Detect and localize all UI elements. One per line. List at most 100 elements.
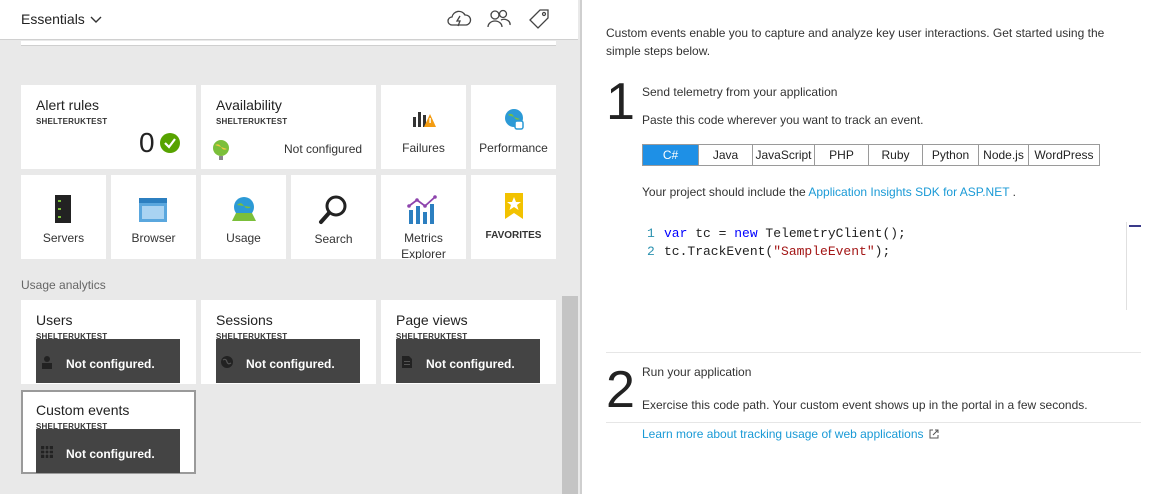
code-scrollbar-thumb[interactable] [1129, 225, 1141, 227]
cloud-lightning-icon[interactable] [446, 8, 472, 30]
tile-label: Failures [402, 141, 445, 155]
scrollbar[interactable] [562, 296, 578, 494]
tile-label-line2: Explorer [401, 249, 446, 259]
step-description: Paste this code wherever you want to tra… [642, 113, 924, 127]
bookmark-star-icon [505, 193, 523, 219]
metrics-icon [407, 195, 437, 224]
failures-tile[interactable]: Failures [381, 85, 466, 169]
step-separator [606, 422, 1141, 423]
alert-count: 0 [139, 127, 155, 158]
tile-title: Availability [216, 97, 282, 113]
tab-java[interactable]: Java [699, 145, 753, 165]
tile-label: Servers [42, 231, 85, 245]
tile-label: Search [314, 232, 353, 246]
browser-tile[interactable]: Browser [111, 175, 196, 259]
tile-title: Users [36, 312, 73, 328]
user-icon [42, 356, 52, 369]
sessions-tile[interactable]: Sessions SHELTERUKTEST Not configured. [201, 300, 376, 384]
learn-more-text[interactable]: Learn more about tracking usage of web a… [642, 427, 924, 441]
performance-tile[interactable]: Performance [471, 85, 556, 169]
not-configured-text: Not configured. [66, 447, 155, 461]
code-block[interactable]: 1 var tc = new TelemetryClient(); 2 tc.Tra… [642, 222, 1141, 310]
tile-label-line1: Metrics [404, 231, 443, 245]
code-text: ); [874, 244, 891, 259]
not-configured-text: Not configured. [426, 357, 515, 371]
page-icon [402, 356, 412, 368]
tile-title: Custom events [36, 402, 130, 418]
learn-more-link[interactable]: Learn more about tracking usage of web a… [642, 427, 939, 441]
usage-analytics-heading: Usage analytics [21, 278, 106, 292]
tab-csharp[interactable]: C# [643, 145, 699, 165]
line-number: 2 [647, 244, 655, 259]
custom-events-blade: Custom events enable you to capture and … [582, 0, 1149, 494]
globe-icon [213, 140, 229, 160]
tile-subtitle: SHELTERUKTEST [36, 117, 108, 126]
sdk-prefix: Your project should include the [642, 185, 809, 199]
users-tile[interactable]: Users SHELTERUKTEST Not configured. [21, 300, 196, 384]
performance-icon [505, 109, 524, 130]
not-configured-overlay: Not configured. [36, 339, 180, 383]
servers-icon [55, 195, 71, 223]
availability-status: Not configured [284, 142, 363, 156]
overview-pane: Essentials Alert rules SHELTERUKTEST 0 A… [0, 0, 580, 494]
not-configured-text: Not configured. [246, 357, 335, 371]
essentials-bar[interactable]: Essentials [0, 0, 578, 40]
step-title: Send telemetry from your application [642, 85, 838, 99]
sdk-link[interactable]: Application Insights SDK for ASP.NET [808, 185, 1009, 199]
code-string: "SampleEvent" [773, 244, 875, 259]
code-text: tc.TrackEvent( [664, 244, 774, 259]
metrics-explorer-tile[interactable]: Metrics Explorer [381, 175, 466, 259]
step-title: Run your application [642, 365, 752, 379]
availability-tile[interactable]: Availability SHELTERUKTEST Not configure… [201, 85, 376, 169]
grid-icon [41, 446, 53, 458]
code-scrollbar[interactable] [1126, 222, 1141, 310]
step-number: 1 [606, 73, 635, 131]
code-keyword: new [734, 226, 758, 241]
essentials-label: Essentials [21, 11, 85, 27]
tile-subtitle: SHELTERUKTEST [216, 117, 288, 126]
usage-icon [232, 197, 256, 221]
check-circle-icon [160, 133, 180, 153]
not-configured-overlay: Not configured. [36, 429, 180, 473]
tile-label: Usage [226, 231, 261, 245]
tile-title: Sessions [216, 312, 273, 328]
tab-javascript[interactable]: JavaScript [753, 145, 815, 165]
chevron-down-icon[interactable] [90, 13, 102, 25]
globe-icon [221, 356, 233, 368]
language-tabs: C# Java JavaScript PHP Ruby Python Node.… [642, 144, 1100, 166]
not-configured-text: Not configured. [66, 357, 155, 371]
servers-tile[interactable]: Servers [21, 175, 106, 259]
line-number: 1 [647, 226, 655, 241]
step-description: Exercise this code path. Your custom eve… [642, 398, 1088, 412]
tab-ruby[interactable]: Ruby [869, 145, 923, 165]
browser-icon [139, 198, 167, 222]
usage-tile[interactable]: Usage [201, 175, 286, 259]
alert-rules-tile[interactable]: Alert rules SHELTERUKTEST 0 [21, 85, 196, 169]
tab-python[interactable]: Python [923, 145, 979, 165]
page-views-tile[interactable]: Page views SHELTERUKTEST Not configured. [381, 300, 556, 384]
code-text: tc = [687, 226, 735, 241]
tile-label: FAVORITES [485, 230, 542, 241]
code-line: 2 tc.TrackEvent("SampleEvent"); [642, 244, 890, 259]
tab-wordpress[interactable]: WordPress [1029, 145, 1099, 165]
step-separator [606, 352, 1141, 353]
users-icon[interactable] [486, 8, 512, 30]
search-tile[interactable]: Search [291, 175, 376, 259]
tile-label: Performance [479, 141, 548, 155]
tile-title: Alert rules [36, 97, 100, 113]
tag-icon[interactable] [526, 8, 552, 30]
not-configured-overlay: Not configured. [396, 339, 540, 383]
not-configured-overlay: Not configured. [216, 339, 360, 383]
tab-nodejs[interactable]: Node.js [979, 145, 1029, 165]
search-icon [319, 195, 347, 224]
external-link-icon [929, 429, 939, 439]
favorites-tile[interactable]: FAVORITES [471, 175, 556, 259]
code-text: TelemetryClient(); [757, 226, 906, 241]
tile-label: Browser [131, 231, 176, 245]
custom-events-tile[interactable]: Custom events SHELTERUKTEST Not configur… [21, 390, 196, 474]
essentials-strip [21, 41, 556, 46]
tab-php[interactable]: PHP [815, 145, 869, 165]
sdk-suffix: . [1009, 185, 1017, 199]
step-number: 2 [606, 361, 635, 419]
tile-title: Page views [396, 312, 468, 328]
